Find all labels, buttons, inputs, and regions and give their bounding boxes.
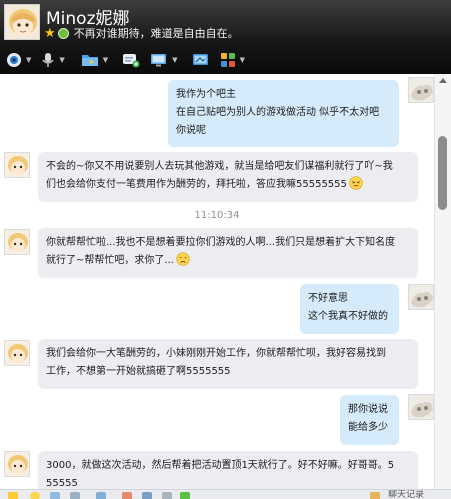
chevron-down-icon: ▼ <box>102 56 109 64</box>
my-avatar[interactable] <box>408 284 434 310</box>
create-discussion-button[interactable] <box>122 49 140 71</box>
message-text: 那你说说 <box>348 404 388 415</box>
chevron-down-icon: ▼ <box>59 56 65 64</box>
message-text: 工作，不想第一开始就搞砸了啊5555555 <box>46 366 231 377</box>
star-icon: ★ <box>44 25 56 41</box>
message-text: 们也会给你支付一笔费用作为酬劳的，拜托啦，答应我嘛55555555 <box>46 176 410 197</box>
screen-share-button[interactable]: ▼ <box>150 49 178 71</box>
scroll-up-arrow-icon[interactable] <box>439 78 447 83</box>
vertical-scrollbar[interactable] <box>434 74 451 489</box>
message-text: 不会的~你又不用说要别人去玩其他游戏，就当是给吧友们谋福利就行了吖~我 <box>46 161 393 172</box>
message-text: 你说呢 <box>176 125 206 136</box>
chevron-down-icon: ▼ <box>172 56 178 64</box>
message-text: 这个我真不好做的 <box>308 311 388 322</box>
outgoing-message-bubble: 不好意思 这个我真不好做的 <box>300 284 399 334</box>
music-icon[interactable] <box>122 492 132 499</box>
chevron-down-icon: ▼ <box>239 56 245 64</box>
gift-icon[interactable] <box>162 492 172 499</box>
image-icon[interactable] <box>142 492 152 499</box>
signature-row: ★ 不再对谁期待，难道是自由自在。 <box>44 25 239 41</box>
contact-avatar[interactable] <box>4 229 30 255</box>
webcam-button[interactable]: ▼ <box>6 49 31 71</box>
history-icon[interactable] <box>370 492 380 499</box>
microphone-button[interactable]: ▼ <box>41 49 65 71</box>
message-timestamp: 11:10:34 <box>194 210 240 221</box>
remote-assist-icon <box>192 54 208 65</box>
more-tools-icon[interactable] <box>180 492 190 499</box>
message-text: 我们会给你一大笔酬劳的，小妹刚刚开始工作，你就帮帮忙呗，我好容易找到 <box>46 348 386 359</box>
send-file-button[interactable]: ▼ <box>81 49 108 71</box>
outgoing-message-bubble: 我作为个吧主 在自己贴吧为别人的游戏做活动 似乎不太对吧 你说呢 <box>168 80 399 147</box>
emoji-icon[interactable] <box>30 492 40 499</box>
contact-avatar[interactable] <box>4 451 30 477</box>
message-list[interactable]: 我作为个吧主 在自己贴吧为别人的游戏做活动 似乎不太对吧 你说呢 不会的~你又不… <box>0 74 451 499</box>
my-avatar[interactable] <box>408 77 434 103</box>
message-text: 能给多少 <box>348 422 388 433</box>
folder-icon <box>81 55 98 66</box>
online-status-icon <box>57 27 69 39</box>
incoming-message-bubble: 不会的~你又不用说要别人去玩其他游戏，就当是给吧友们谋福利就行了吖~我 们也会给… <box>38 152 418 202</box>
incoming-message-bubble: 你就帮帮忙啦...我也不是想着要拉你们游戏的人啊...我们只是想着扩大下知名度 … <box>38 228 418 278</box>
screen-share-icon <box>151 54 167 67</box>
chevron-down-icon: ▼ <box>26 56 32 64</box>
contact-avatar[interactable] <box>4 4 40 40</box>
outgoing-message-bubble: 那你说说 能给多少 <box>340 395 399 445</box>
contact-avatar[interactable] <box>4 152 30 178</box>
microphone-icon <box>42 53 54 67</box>
contact-avatar[interactable] <box>4 340 30 366</box>
remote-assist-button[interactable] <box>192 49 210 71</box>
chat-toolbar: ▼ ▼ ▼ ▼ ▼ <box>0 49 451 71</box>
webcam-icon <box>7 53 21 67</box>
message-text: 我作为个吧主 <box>176 89 236 100</box>
font-icon[interactable] <box>8 492 18 499</box>
voice-message-icon[interactable] <box>70 492 80 499</box>
sad-emoji-icon <box>176 252 190 273</box>
message-text: 在自己贴吧为别人的游戏做活动 似乎不太对吧 <box>176 107 380 118</box>
my-avatar[interactable] <box>408 394 434 420</box>
message-text: 你就帮帮忙啦...我也不是想着要拉你们游戏的人啊...我们只是想着扩大下知名度 <box>46 237 396 248</box>
contact-signature: 不再对谁期待，难道是自由自在。 <box>73 27 239 40</box>
apps-button[interactable]: ▼ <box>220 49 245 71</box>
chat-history-button[interactable]: 聊天记录 <box>388 490 424 499</box>
scrollbar-thumb[interactable] <box>438 136 447 210</box>
message-text: 3000，就做这次活动，然后帮着把活动置顶1天就行了。好不好嘛。好哥哥。5 <box>46 460 395 471</box>
add-chat-icon <box>123 54 140 68</box>
apps-icon <box>220 53 235 67</box>
chat-window-header: Minoz妮娜 ★ 不再对谁期待，难道是自由自在。 ▼ ▼ ▼ ▼ ▼ <box>0 0 451 74</box>
laughing-emoji-icon <box>349 176 363 197</box>
shake-icon[interactable] <box>50 492 60 499</box>
input-toolbar: 聊天记录 <box>0 489 451 499</box>
screenshot-icon[interactable] <box>96 492 106 499</box>
incoming-message-bubble: 我们会给你一大笔酬劳的，小妹刚刚开始工作，你就帮帮忙呗，我好容易找到 工作，不想… <box>38 339 418 389</box>
message-text: 不好意思 <box>308 293 348 304</box>
message-text: 就行了~帮帮忙吧，求你了... <box>46 252 410 273</box>
